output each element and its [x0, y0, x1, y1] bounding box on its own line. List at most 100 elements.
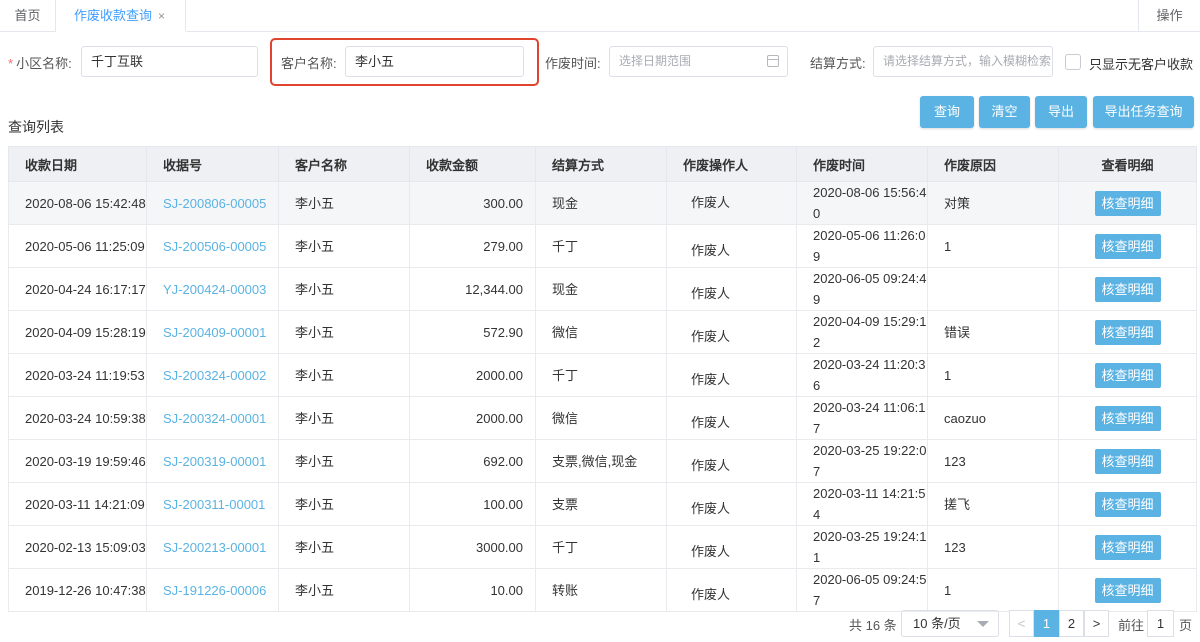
- cell-void-time: 2020-03-25 19:22:07: [796, 439, 928, 483]
- pagination-total: 共 16 条: [849, 618, 897, 633]
- cell-reason: 123: [927, 439, 1059, 483]
- calendar-icon: [767, 55, 779, 67]
- export-task-query-button[interactable]: 导出任务查询: [1093, 96, 1194, 128]
- cell-receipt-link[interactable]: YJ-200424-00003: [146, 267, 279, 311]
- export-button[interactable]: 导出: [1035, 96, 1087, 128]
- community-input[interactable]: 千丁互联: [81, 46, 258, 77]
- close-icon[interactable]: ×: [158, 9, 165, 23]
- cell-receipt-link[interactable]: SJ-200324-00002: [146, 353, 279, 397]
- cell-void-time: 2020-06-05 09:24:49: [796, 267, 928, 311]
- cell-customer: 李小五: [278, 353, 410, 397]
- cell-operator: 作废人: [666, 224, 797, 268]
- only-no-customer-checkbox[interactable]: [1065, 54, 1081, 70]
- next-page-button[interactable]: >: [1084, 610, 1109, 637]
- cell-detail: 核查明细: [1058, 353, 1197, 397]
- cell-detail: 核查明细: [1058, 439, 1197, 483]
- cell-receipt-link[interactable]: SJ-200506-00005: [146, 224, 279, 268]
- cell-receipt-link[interactable]: SJ-200409-00001: [146, 310, 279, 354]
- cell-receipt-link[interactable]: SJ-200319-00001: [146, 439, 279, 483]
- cell-date: 2020-03-24 10:59:38: [8, 396, 147, 440]
- customer-input[interactable]: 李小五: [345, 46, 524, 77]
- operations-menu[interactable]: 操作: [1138, 0, 1200, 32]
- cell-date: 2020-03-24 11:19:53: [8, 353, 147, 397]
- page-2-button[interactable]: 2: [1059, 610, 1084, 637]
- cell-method: 微信: [535, 396, 667, 440]
- cell-receipt-link[interactable]: SJ-200806-00005: [146, 181, 279, 225]
- check-detail-button[interactable]: 核查明细: [1094, 362, 1161, 388]
- cell-reason: 1: [927, 224, 1059, 268]
- check-detail-button[interactable]: 核查明细: [1094, 405, 1161, 431]
- cell-amount: 2000.00: [409, 353, 536, 397]
- cell-void-time: 2020-03-11 14:21:54: [796, 482, 928, 526]
- cell-customer: 李小五: [278, 267, 410, 311]
- check-detail-button[interactable]: 核查明细: [1094, 577, 1161, 603]
- cell-operator: 作废人: [666, 353, 797, 397]
- cell-receipt-link[interactable]: SJ-200213-00001: [146, 525, 279, 569]
- cell-amount: 12,344.00: [409, 267, 536, 311]
- tab-void-receipt-query[interactable]: 作废收款查询 ×: [56, 0, 186, 32]
- cell-customer: 李小五: [278, 396, 410, 440]
- cell-operator: 作废人: [666, 181, 797, 225]
- cell-customer: 李小五: [278, 568, 410, 612]
- cell-method: 千丁: [535, 525, 667, 569]
- check-detail-button[interactable]: 核查明细: [1094, 448, 1161, 474]
- check-detail-button[interactable]: 核查明细: [1094, 319, 1161, 345]
- cell-date: 2019-12-26 10:47:38: [8, 568, 147, 612]
- cell-receipt-link[interactable]: SJ-200324-00001: [146, 396, 279, 440]
- settle-label: 结算方式:: [810, 56, 866, 71]
- cell-reason: [927, 267, 1059, 311]
- cell-void-time: 2020-04-09 15:29:12: [796, 310, 928, 354]
- cell-operator: 作废人: [666, 310, 797, 354]
- void-time-range-picker[interactable]: 选择日期范围: [609, 46, 788, 77]
- cell-void-time: 2020-06-05 09:24:57: [796, 568, 928, 612]
- cell-receipt-link[interactable]: SJ-200311-00001: [146, 482, 279, 526]
- table-row: 2020-04-24 16:17:17 YJ-200424-00003 李小五 12,…: [8, 267, 1197, 311]
- cell-detail: 核查明细: [1058, 396, 1197, 440]
- tab-home[interactable]: 首页: [0, 0, 56, 32]
- check-detail-button[interactable]: 核查明细: [1094, 233, 1161, 259]
- cell-detail: 核查明细: [1058, 224, 1197, 268]
- cell-method: 支票: [535, 482, 667, 526]
- cell-detail: 核查明细: [1058, 568, 1197, 612]
- cell-void-time: 2020-03-25 19:24:11: [796, 525, 928, 569]
- page-1-button[interactable]: 1: [1034, 610, 1059, 637]
- check-detail-button[interactable]: 核查明细: [1094, 534, 1161, 560]
- cell-reason: 错误: [927, 310, 1059, 354]
- settle-method-select[interactable]: 请选择结算方式，输入模糊检索: [873, 46, 1053, 77]
- cell-date: 2020-02-13 15:09:03: [8, 525, 147, 569]
- cell-date: 2020-03-19 19:59:46: [8, 439, 147, 483]
- cell-operator: 作废人: [666, 396, 797, 440]
- cell-void-time: 2020-08-06 15:56:40: [796, 181, 928, 225]
- cell-operator: 作废人: [666, 267, 797, 311]
- cell-amount: 279.00: [409, 224, 536, 268]
- clear-button[interactable]: 清空: [979, 96, 1030, 128]
- cell-date: 2020-05-06 11:25:09: [8, 224, 147, 268]
- query-button[interactable]: 查询: [920, 96, 974, 128]
- cell-amount: 100.00: [409, 482, 536, 526]
- check-detail-button[interactable]: 核查明细: [1094, 276, 1161, 302]
- cell-method: 支票,微信,现金: [535, 439, 667, 483]
- goto-label: 前往: [1118, 618, 1145, 633]
- prev-page-button[interactable]: <: [1009, 610, 1034, 637]
- goto-page-input[interactable]: 1: [1147, 610, 1174, 637]
- cell-method: 千丁: [535, 353, 667, 397]
- cell-receipt-link[interactable]: SJ-191226-00006: [146, 568, 279, 612]
- cell-customer: 李小五: [278, 482, 410, 526]
- cell-reason: caozuo: [927, 396, 1059, 440]
- required-icon: *: [8, 56, 14, 71]
- cell-void-time: 2020-05-06 11:26:09: [796, 224, 928, 268]
- cell-date: 2020-04-24 16:17:17: [8, 267, 147, 311]
- tab-label: 作废收款查询: [74, 8, 153, 23]
- check-detail-button[interactable]: 核查明细: [1094, 491, 1161, 517]
- cell-date: 2020-04-09 15:28:19: [8, 310, 147, 354]
- cell-date: 2020-08-06 15:42:48: [8, 181, 147, 225]
- header-customer: 客户名称: [278, 146, 410, 182]
- cell-reason: 1: [927, 353, 1059, 397]
- goto-unit: 页: [1179, 618, 1193, 633]
- table-row: 2020-04-09 15:28:19 SJ-200409-00001 李小五 572…: [8, 310, 1197, 354]
- page-size-select[interactable]: 10 条/页: [901, 610, 999, 637]
- cell-operator: 作废人: [666, 439, 797, 483]
- table-row: 2020-03-11 14:21:09 SJ-200311-00001 李小五 100…: [8, 482, 1197, 526]
- check-detail-button[interactable]: 核查明细: [1094, 190, 1161, 216]
- cell-detail: 核查明细: [1058, 181, 1197, 225]
